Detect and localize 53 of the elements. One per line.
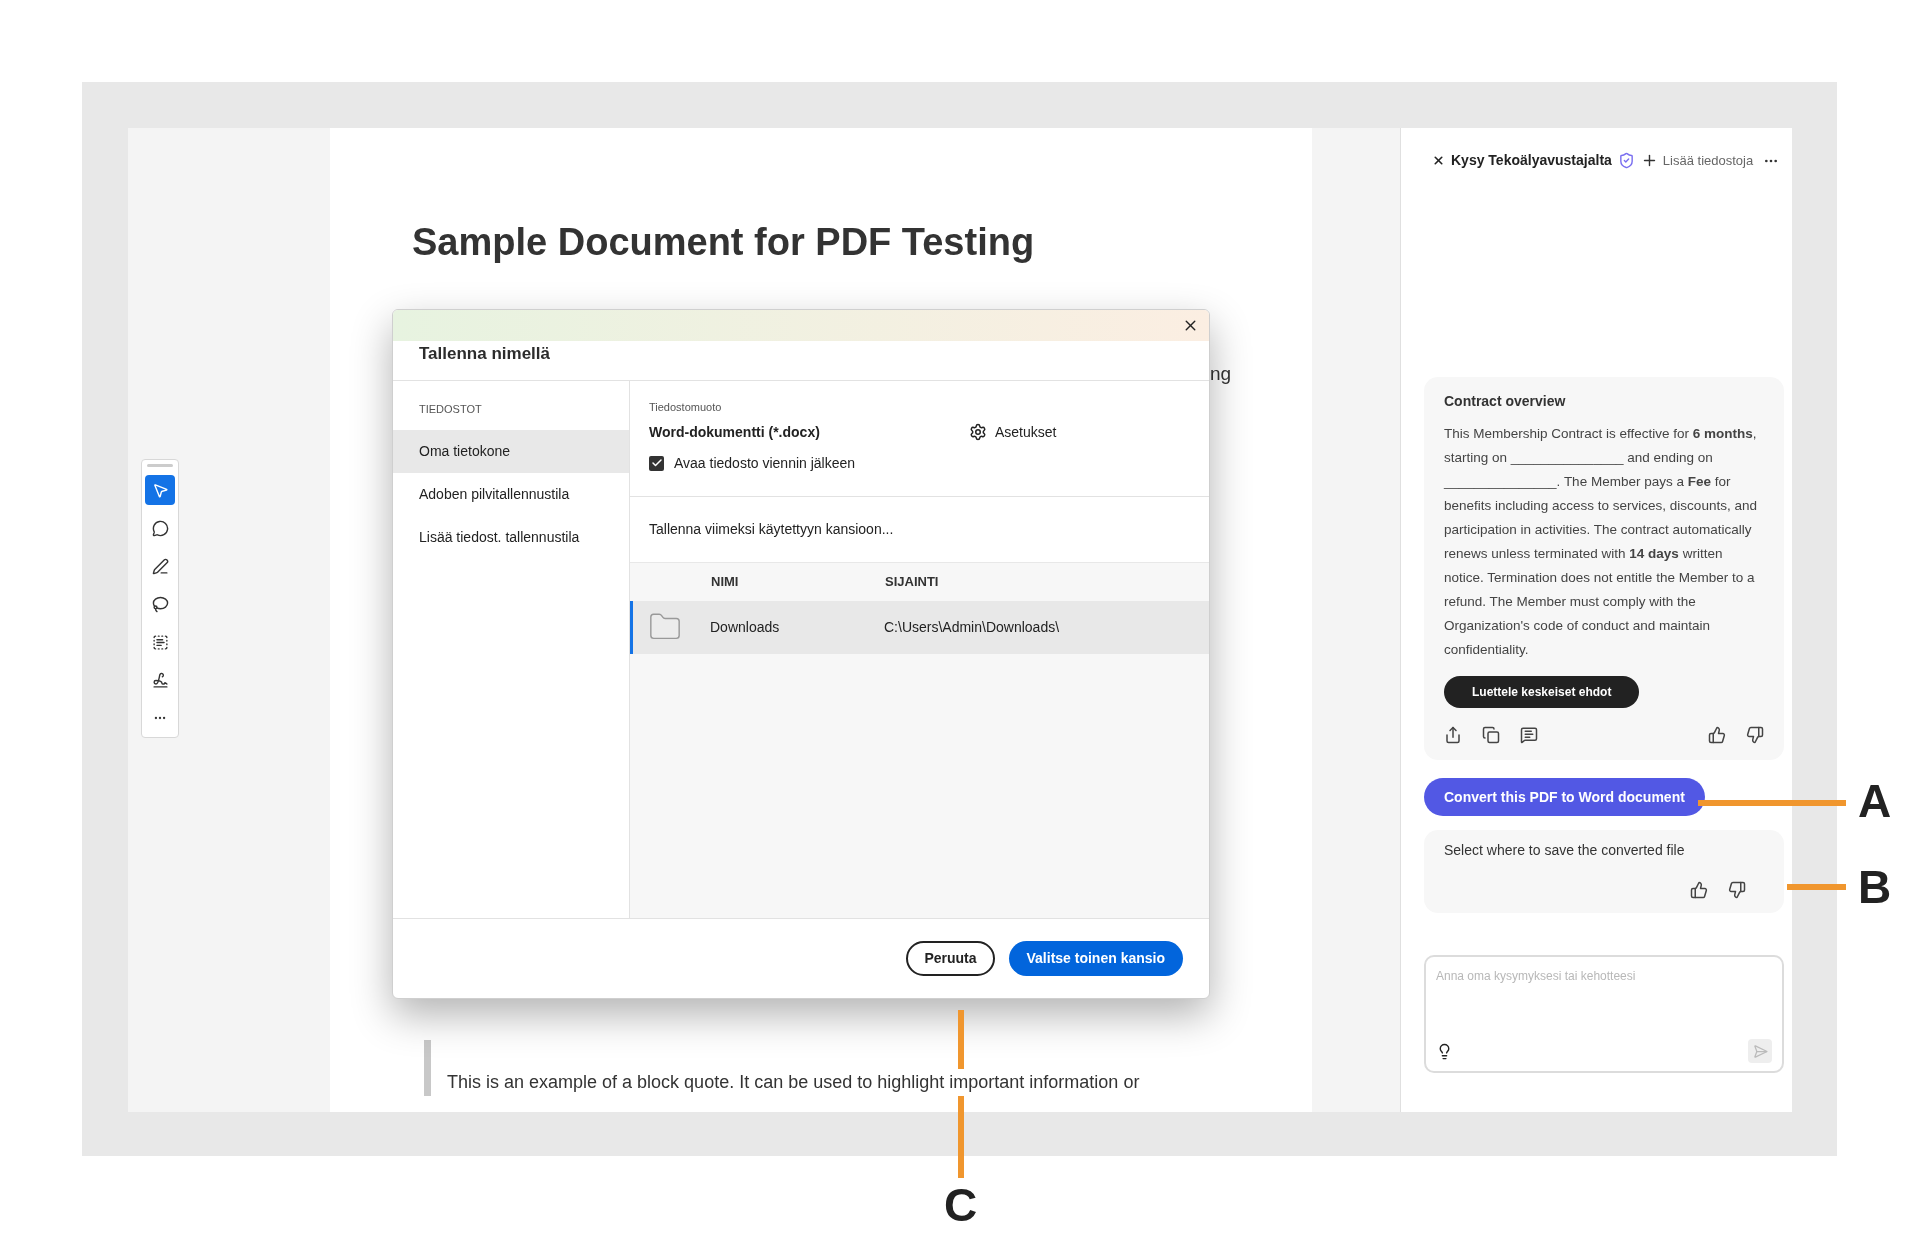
shield-icon <box>1617 152 1635 169</box>
comment-icon[interactable] <box>1520 726 1538 744</box>
overview-text: This Membership Contract is effective for 6 months, starting on _______________ and ending on _______________. The Member pays a Fee for benefits including access to services, discounts, and participation in activities. The contract automatically renews unless terminated with 14 days written notice. Termination does not entitle the Member to a refund. The Member must comply with the Organization's code of conduct and maintain confidentiality. <box>1444 425 1758 659</box>
card-title: Contract overview <box>1444 392 1567 411</box>
lasso-icon <box>151 595 169 613</box>
more-icon[interactable] <box>1763 158 1780 163</box>
block-quote: This is an example of a block quote. It can be used to highlight important information or <box>447 1069 1140 1096</box>
thumbs-down-icon[interactable] <box>1746 726 1764 744</box>
panel-title: Kysy Tekoälyavustajalta <box>1451 151 1612 170</box>
section-heading: TIEDOSTOT <box>418 402 483 417</box>
comment-icon <box>151 519 169 537</box>
format-value: Word-dokumentti (*.docx) <box>649 422 821 442</box>
choose-folder-button[interactable]: Valitse toinen kansio <box>1008 941 1183 976</box>
document-title: Sample Document for PDF Testing <box>412 220 1036 265</box>
prompt-input[interactable]: Anna oma kysymyksesi tai kehotteesi <box>1436 967 1772 985</box>
callout-label: C <box>944 1182 978 1228</box>
checkbox[interactable] <box>649 455 664 471</box>
folder-row[interactable]: Downloads C:\Users\Admin\Downloads\ <box>630 600 1209 654</box>
table-cell-text: Downloads <box>710 617 781 637</box>
thumbs-up-icon[interactable] <box>1708 726 1726 744</box>
copy-icon[interactable] <box>1482 726 1500 744</box>
pointer-icon <box>151 481 169 499</box>
more-icon <box>153 716 167 720</box>
dialog-title: Tallenna nimellä <box>419 343 550 365</box>
quote-bar <box>424 1040 431 1096</box>
suggestion-chip[interactable]: Luettele keskeiset ehdot <box>1444 676 1640 708</box>
add-files-button[interactable]: Lisää tiedostoja <box>1640 150 1754 171</box>
recent-folder-label: Tallenna viimeksi käytettyyn kansioon... <box>649 519 894 539</box>
table-cell-text: C:\Users\Admin\Downloads\ <box>884 617 1060 637</box>
reply-text: Select where to save the converted file <box>1444 841 1686 860</box>
thumbs-up-icon[interactable] <box>1690 881 1708 899</box>
cancel-button[interactable]: Peruuta <box>906 941 995 976</box>
text-box-icon <box>151 633 169 651</box>
drag-handle[interactable] <box>147 464 173 467</box>
callout-label: A <box>1858 778 1892 824</box>
callout-label: B <box>1858 864 1892 910</box>
storage-item[interactable]: Lisää tiedost. tallennustila <box>393 515 629 559</box>
settings-icon <box>969 423 987 441</box>
storage-item[interactable]: Adoben pilvitallennustila <box>393 472 629 516</box>
pen-icon <box>151 557 169 575</box>
send-icon <box>1752 1043 1768 1059</box>
share-icon[interactable] <box>1444 726 1462 744</box>
checkbox-label: Avaa tiedosto viennin jälkeen <box>674 453 856 473</box>
close-icon[interactable] <box>1432 154 1445 167</box>
user-message: Convert this PDF to Word document <box>1424 778 1705 816</box>
column-header[interactable]: NIMI <box>630 571 885 592</box>
field-label: Tiedostomuoto <box>649 400 723 415</box>
column-header[interactable]: SIJAINTI <box>885 571 939 592</box>
signature-icon <box>151 671 169 689</box>
settings-button[interactable]: Asetukset <box>969 421 1057 443</box>
storage-item[interactable]: Oma tietokone <box>393 429 629 473</box>
thumbs-down-icon[interactable] <box>1728 881 1746 899</box>
document-text: ng <box>1210 362 1232 386</box>
